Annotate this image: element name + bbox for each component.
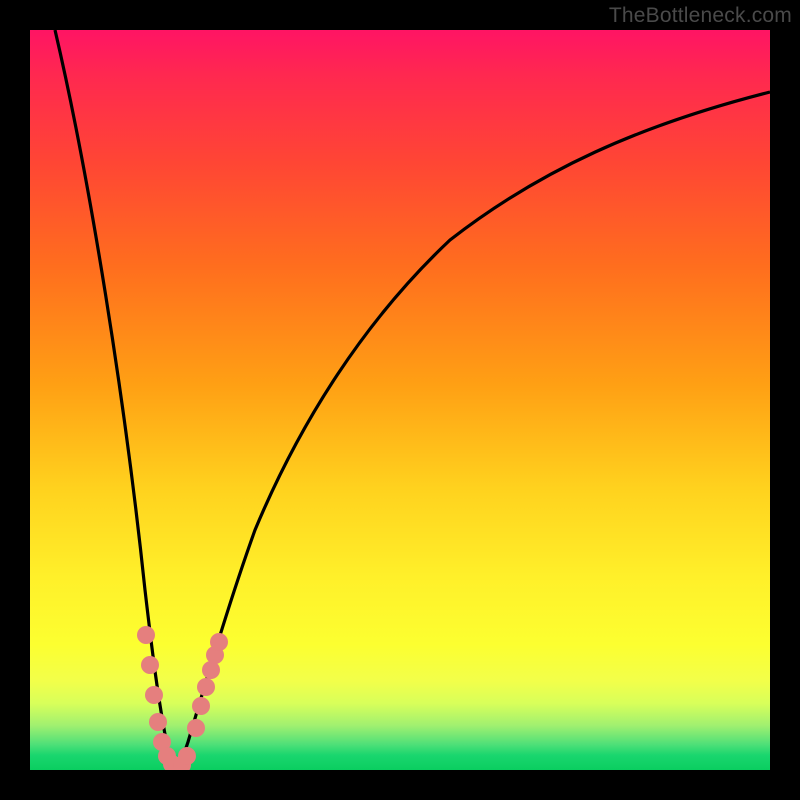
curve-path — [55, 30, 770, 768]
chart-frame: TheBottleneck.com — [0, 0, 800, 800]
watermark-text: TheBottleneck.com — [609, 4, 792, 28]
chart-svg — [30, 30, 770, 770]
